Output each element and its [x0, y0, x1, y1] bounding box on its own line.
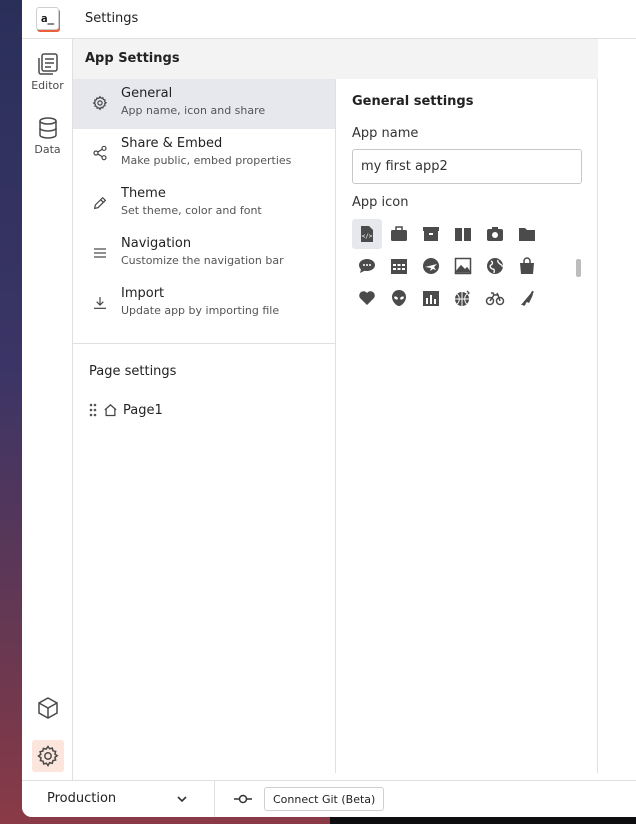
page-name: Page1	[123, 402, 163, 418]
nav-item-subtitle: Customize the navigation bar	[121, 254, 284, 267]
camera-icon[interactable]	[480, 219, 510, 249]
drag-handle-icon[interactable]	[89, 403, 97, 417]
settings-pane: App Settings General App name, icon and …	[73, 39, 598, 773]
calendar-icon[interactable]	[384, 251, 414, 281]
bar-chart-icon[interactable]	[416, 283, 446, 313]
rail-item-data[interactable]: Data	[22, 115, 73, 156]
chevron-down-icon[interactable]	[176, 793, 188, 805]
box-icon[interactable]	[416, 219, 446, 249]
bicycle-icon[interactable]	[480, 283, 510, 313]
folder-icon[interactable]	[512, 219, 542, 249]
bottom-bar: Production Connect Git (Beta)	[22, 780, 636, 817]
app-icon-label: App icon	[352, 195, 409, 210]
code-file-icon[interactable]: </>	[352, 219, 382, 249]
nav-item-subtitle: Make public, embed properties	[121, 154, 292, 167]
cube-icon	[37, 697, 58, 719]
nav-item-subtitle: App name, icon and share	[121, 104, 266, 117]
globe-icon[interactable]	[480, 251, 510, 281]
environment-select[interactable]: Production	[47, 791, 116, 806]
heart-icon[interactable]	[352, 283, 382, 313]
page-settings-title: Page settings	[89, 364, 177, 379]
nav-item-subtitle: Set theme, color and font	[121, 204, 262, 217]
app-logo[interactable]: a_	[36, 7, 59, 30]
general-settings-title: General settings	[352, 94, 474, 109]
rail-item-editor[interactable]: Editor	[22, 51, 73, 92]
pencil-icon	[92, 195, 108, 215]
menu-lines-icon	[92, 245, 108, 265]
gear-icon	[92, 95, 108, 115]
shopping-bag-icon[interactable]	[512, 251, 542, 281]
page-title: Settings	[85, 11, 139, 26]
divider	[214, 781, 215, 817]
briefcase-icon[interactable]	[384, 219, 414, 249]
icon-grid-scrollbar[interactable]	[576, 259, 581, 277]
settings-nav-import[interactable]: Import Update app by importing file	[73, 279, 335, 329]
app-name-input[interactable]	[352, 149, 582, 184]
nav-item-title: General	[121, 86, 173, 101]
database-icon	[38, 117, 57, 139]
settings-button[interactable]	[22, 740, 73, 772]
gear-icon	[36, 745, 59, 767]
divider	[73, 343, 335, 344]
packages-button[interactable]	[22, 695, 73, 721]
rail-item-label: Data	[34, 143, 61, 156]
chat-icon[interactable]	[352, 251, 382, 281]
basketball-icon[interactable]	[448, 283, 478, 313]
settings-heading: App Settings	[73, 39, 598, 79]
settings-nav-share-embed[interactable]: Share & Embed Make public, embed propert…	[73, 129, 335, 179]
airplane-icon[interactable]	[416, 251, 446, 281]
svg-text:</>: </>	[362, 233, 373, 240]
top-header: a_ Settings	[22, 0, 636, 39]
settings-nav: General App name, icon and share Share &…	[73, 79, 336, 773]
settings-nav-navigation[interactable]: Navigation Customize the navigation bar	[73, 229, 335, 279]
home-icon	[104, 403, 117, 416]
left-rail: Editor Data	[22, 39, 73, 780]
nav-item-subtitle: Update app by importing file	[121, 304, 280, 317]
connect-git-button[interactable]: Connect Git (Beta)	[264, 787, 385, 811]
bird-icon[interactable]	[512, 283, 542, 313]
editor-pages-icon	[37, 53, 58, 75]
alien-icon[interactable]	[384, 283, 414, 313]
share-icon	[92, 145, 108, 165]
book-icon[interactable]	[448, 219, 478, 249]
app-name-label: App name	[352, 126, 419, 141]
app-window: a_ Settings Editor Data App Settings Gen…	[22, 0, 636, 817]
general-settings-panel: General settings App name App icon </>	[336, 79, 598, 773]
image-icon[interactable]	[448, 251, 478, 281]
download-icon	[92, 295, 108, 315]
settings-nav-general[interactable]: General App name, icon and share	[73, 79, 335, 129]
nav-item-title: Share & Embed	[121, 136, 223, 151]
nav-item-title: Import	[121, 286, 165, 301]
nav-item-title: Theme	[121, 186, 166, 201]
page-list-item[interactable]: Page1	[89, 401, 163, 419]
nav-item-title: Navigation	[121, 236, 192, 251]
rail-item-label: Editor	[31, 79, 64, 92]
settings-nav-theme[interactable]: Theme Set theme, color and font	[73, 179, 335, 229]
git-commit-icon	[234, 794, 252, 804]
